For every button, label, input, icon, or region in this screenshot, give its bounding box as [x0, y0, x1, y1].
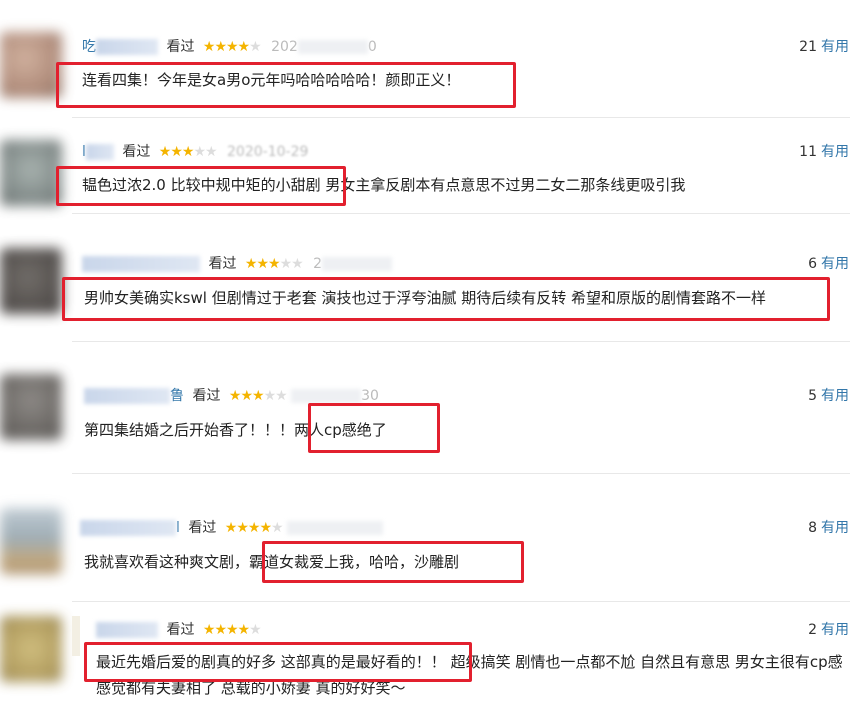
- watched-label: 看过: [208, 256, 237, 272]
- username-blur: [80, 520, 176, 536]
- rating-stars: ★★★★★: [202, 622, 262, 638]
- review-date: 202: [271, 39, 298, 55]
- review-content: 男帅女美确实kswl 但剧情过于老套 演技也过于浮夸油腻 期待后续有反转 希望和…: [84, 289, 767, 307]
- vote-count: 5 有用: [808, 388, 849, 404]
- highlighted-text: 两人cp感绝了: [294, 421, 387, 439]
- review-content: 第四集结婚之后开始香了！！！两人cp感绝了: [84, 417, 387, 443]
- highlighted-text: 韫色过浓2.0 比较中规中矩的小甜剧: [82, 176, 321, 194]
- avatar[interactable]: [0, 248, 62, 314]
- username-blur: [96, 39, 158, 55]
- highlighted-text: 霸道女裁爱上我，哈哈，沙雕剧: [249, 553, 460, 571]
- watched-label: 看过: [166, 39, 195, 55]
- avatar[interactable]: [0, 140, 62, 206]
- review-content: 最近先婚后爱的剧真的好多 这部真的是最好看的！！ 超级搞笑 剧情也一点都不尬 自…: [96, 649, 848, 701]
- left-accent: [72, 616, 80, 656]
- useful-button[interactable]: 有用: [821, 144, 849, 160]
- content-rest: 男女主拿反剧本有点意思不过男二女二那条线更吸引我: [320, 176, 686, 194]
- rating-stars: ★★★★★: [224, 520, 284, 536]
- watched-label: 看过: [166, 622, 195, 638]
- username-link[interactable]: 吃: [82, 37, 96, 57]
- divider: [72, 601, 850, 602]
- useful-button[interactable]: 有用: [821, 520, 849, 536]
- username-link[interactable]: 鲁: [170, 386, 184, 406]
- watched-label: 看过: [188, 520, 217, 536]
- vote-count: 6 有用: [808, 256, 849, 272]
- username-link[interactable]: l: [176, 518, 180, 538]
- useful-button[interactable]: 有用: [821, 256, 849, 272]
- review-content: 连看四集！今年是女a男o元年吗哈哈哈哈哈！颜即正义！: [82, 71, 461, 89]
- avatar[interactable]: [0, 616, 62, 682]
- avatar[interactable]: [0, 508, 62, 574]
- username-blur: [84, 388, 170, 404]
- review-date: 2: [313, 256, 323, 272]
- username-blur: [82, 256, 200, 272]
- username-blur: [96, 622, 158, 638]
- review-content: 我就喜欢看这种爽文剧，霸道女裁爱上我，哈哈，沙雕剧: [84, 549, 459, 575]
- date-blur: [287, 521, 384, 535]
- divider: [72, 117, 850, 118]
- rating-stars: ★★★★★: [244, 256, 304, 272]
- date-blur: [322, 257, 393, 271]
- content-prefix: 我就喜欢看这种爽文剧，: [84, 553, 250, 571]
- review-content: 韫色过浓2.0 比较中规中矩的小甜剧 男女主拿反剧本有点意思不过男二女二那条线更…: [82, 172, 685, 198]
- review-date: 30: [361, 388, 379, 404]
- divider: [72, 473, 850, 474]
- useful-button[interactable]: 有用: [821, 622, 849, 638]
- vote-count: 2 有用: [808, 622, 849, 638]
- avatar[interactable]: [0, 374, 62, 440]
- vote-count: 21 有用: [799, 39, 849, 55]
- watched-label: 看过: [122, 144, 151, 160]
- useful-button[interactable]: 有用: [821, 39, 849, 55]
- username-blur: [85, 144, 114, 160]
- review-date: 2020-10-29: [227, 144, 309, 160]
- watched-label: 看过: [192, 388, 221, 404]
- date-blur: [291, 389, 362, 403]
- useful-button[interactable]: 有用: [821, 388, 849, 404]
- divider: [72, 341, 850, 342]
- content-prefix: 第四集结婚之后开始香了！！！: [84, 421, 295, 439]
- date-blur: [297, 40, 368, 54]
- highlighted-text: 最近先婚后爱的剧真的好多 这部真的是最好看的！！: [96, 653, 446, 671]
- vote-count: 11 有用: [799, 144, 849, 160]
- rating-stars: ★★★★★: [202, 39, 262, 55]
- avatar[interactable]: [0, 32, 62, 98]
- vote-count: 8 有用: [808, 520, 849, 536]
- review-date-tail: 0: [367, 39, 377, 55]
- divider: [72, 213, 850, 214]
- rating-stars: ★★★★★: [158, 144, 218, 160]
- rating-stars: ★★★★★: [228, 388, 288, 404]
